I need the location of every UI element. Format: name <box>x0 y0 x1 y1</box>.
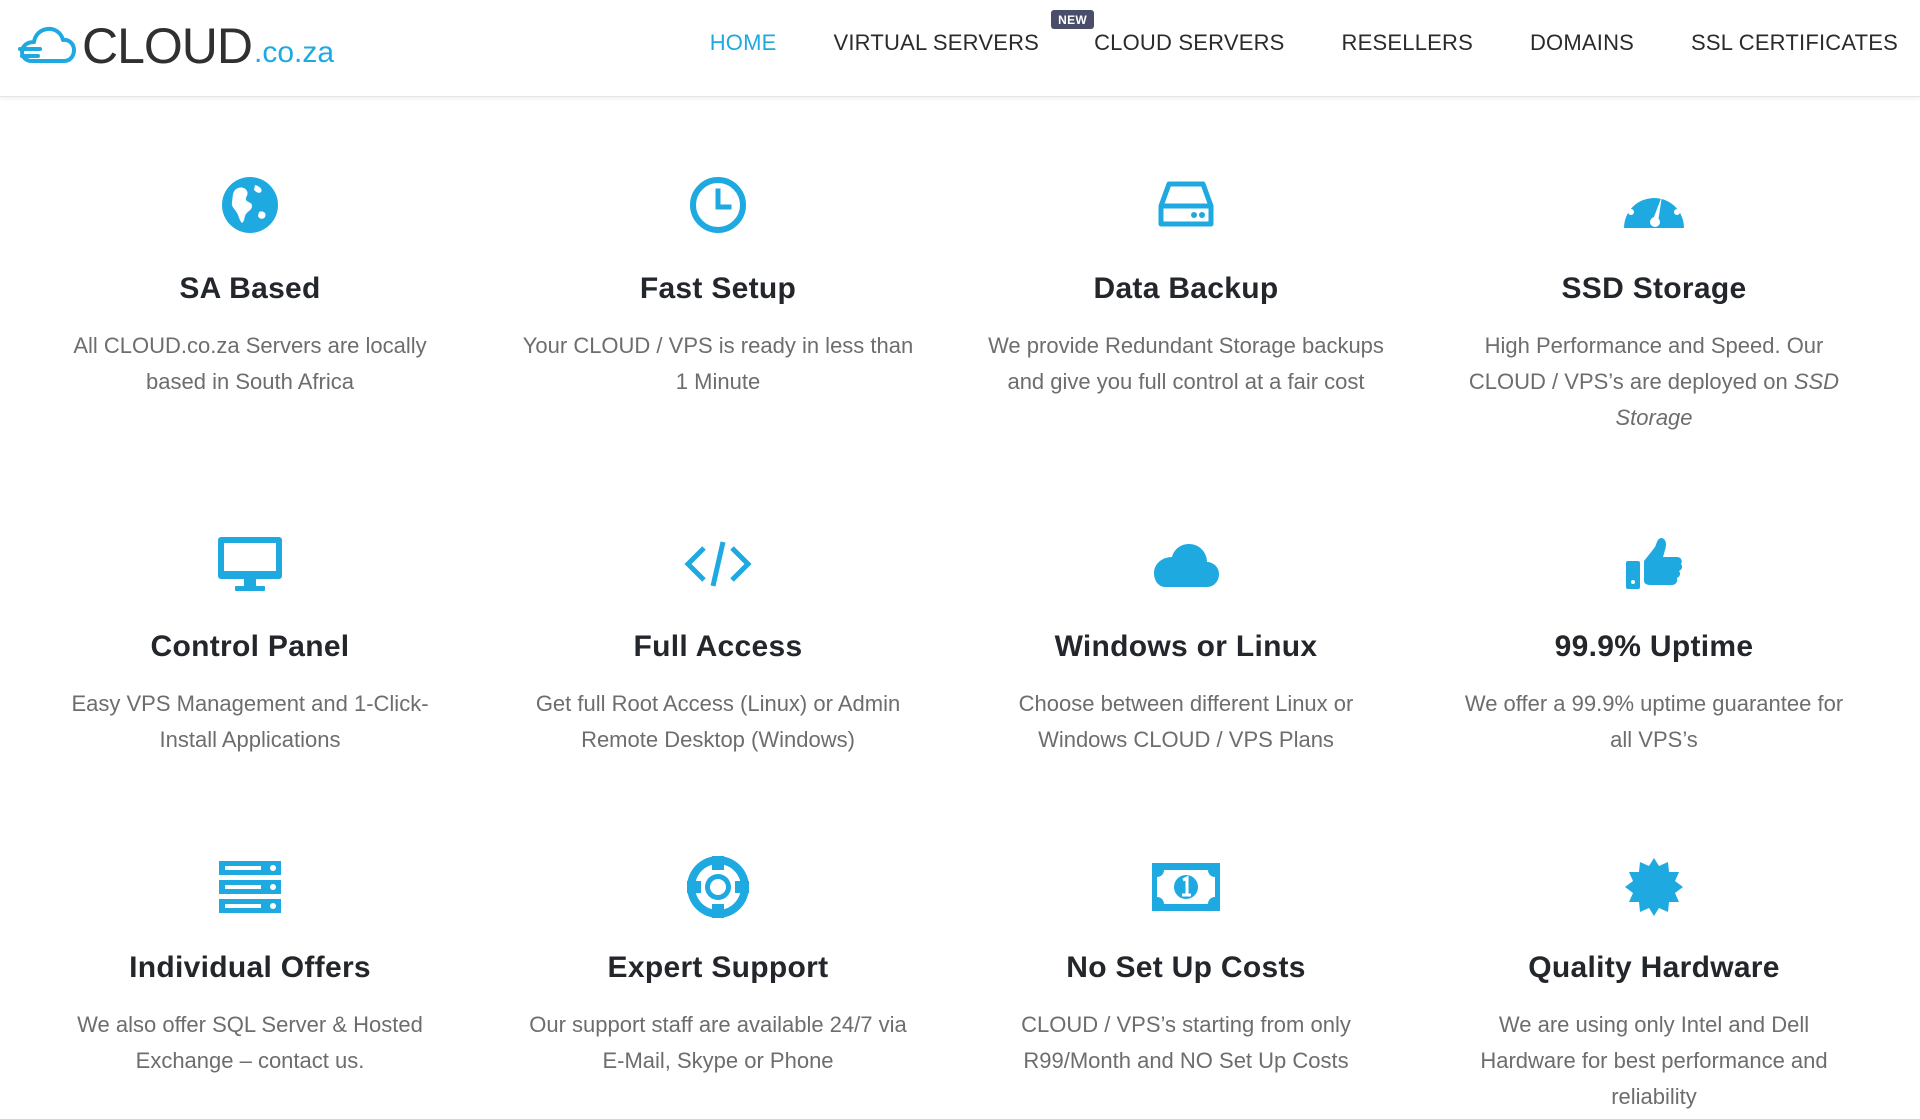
feature-description: We offer a 99.9% uptime guarantee for al… <box>1464 691 1844 752</box>
feature-title: Individual Offers <box>129 951 371 984</box>
nav-virtual-servers-label: VIRTUAL SERVERS <box>833 30 1040 55</box>
money-bill-icon <box>952 851 1420 923</box>
cloud-icon <box>952 528 1420 600</box>
logo-tld: .co.za <box>254 36 335 69</box>
monitor-icon <box>16 528 484 600</box>
feature-description-text: High Performance and Speed. Our CLOUD / … <box>1468 333 1824 394</box>
main-nav: HOME VIRTUAL SERVERS NEW CLOUD SERVERS R… <box>653 0 1898 86</box>
clock-icon <box>484 169 952 241</box>
nav-domains[interactable]: DOMAINS <box>1530 30 1634 56</box>
new-badge: NEW <box>1051 10 1095 29</box>
feature-description: High Performance and Speed. Our CLOUD / … <box>1454 328 1854 436</box>
feature-title: SA Based <box>179 272 321 305</box>
feature-title: Control Panel <box>150 630 350 663</box>
dashboard-icon <box>1420 169 1888 241</box>
nav-virtual-servers[interactable]: VIRTUAL SERVERS NEW <box>833 10 1095 56</box>
server-stack-icon <box>16 851 484 923</box>
logo-wordmark: CLOUD <box>82 18 253 74</box>
feature-description: CLOUD / VPS’s starting from only R99/Mon… <box>1021 1012 1351 1073</box>
feature-title: Data Backup <box>1093 272 1279 305</box>
feature-title: Full Access <box>633 630 803 663</box>
thumbs-up-icon <box>1420 528 1888 600</box>
cloud-logo-icon <box>18 26 76 63</box>
feature-description: Get full Root Access (Linux) or Admin Re… <box>535 691 901 752</box>
feature-title: Expert Support <box>607 951 829 984</box>
feature-description: Your CLOUD / VPS is ready in less than 1… <box>522 333 914 394</box>
feature-title: Windows or Linux <box>1054 630 1318 663</box>
feature-title: SSD Storage <box>1561 272 1747 305</box>
site-logo[interactable]: CLOUD .co.za <box>18 16 334 76</box>
nav-ssl-certificates[interactable]: SSL CERTIFICATES <box>1691 30 1898 56</box>
feature-description: We also offer SQL Server & Hosted Exchan… <box>77 1012 423 1073</box>
feature-description: Our support staff are available 24/7 via… <box>529 1012 907 1073</box>
feature-description: We are using only Intel and Dell Hardwar… <box>1480 1012 1828 1109</box>
feature-description: All CLOUD.co.za Servers are locally base… <box>73 333 427 394</box>
feature-description: We provide Redundant Storage backups and… <box>988 333 1384 394</box>
code-icon <box>484 528 952 600</box>
feature-description: Easy VPS Management and 1-Click-Install … <box>71 691 429 752</box>
nav-cloud-servers[interactable]: CLOUD SERVERS <box>1094 30 1284 56</box>
feature-title: No Set Up Costs <box>1066 951 1306 984</box>
globe-icon <box>16 169 484 241</box>
hard-drive-icon <box>952 169 1420 241</box>
nav-resellers[interactable]: RESELLERS <box>1342 30 1473 56</box>
certificate-icon <box>1420 851 1888 923</box>
feature-title: 99.9% Uptime <box>1554 630 1754 663</box>
life-ring-icon <box>484 851 952 923</box>
nav-home[interactable]: HOME <box>710 30 777 56</box>
feature-title: Quality Hardware <box>1528 951 1780 984</box>
feature-title: Fast Setup <box>639 272 797 305</box>
feature-description: Choose between different Linux or Window… <box>1018 691 1354 752</box>
